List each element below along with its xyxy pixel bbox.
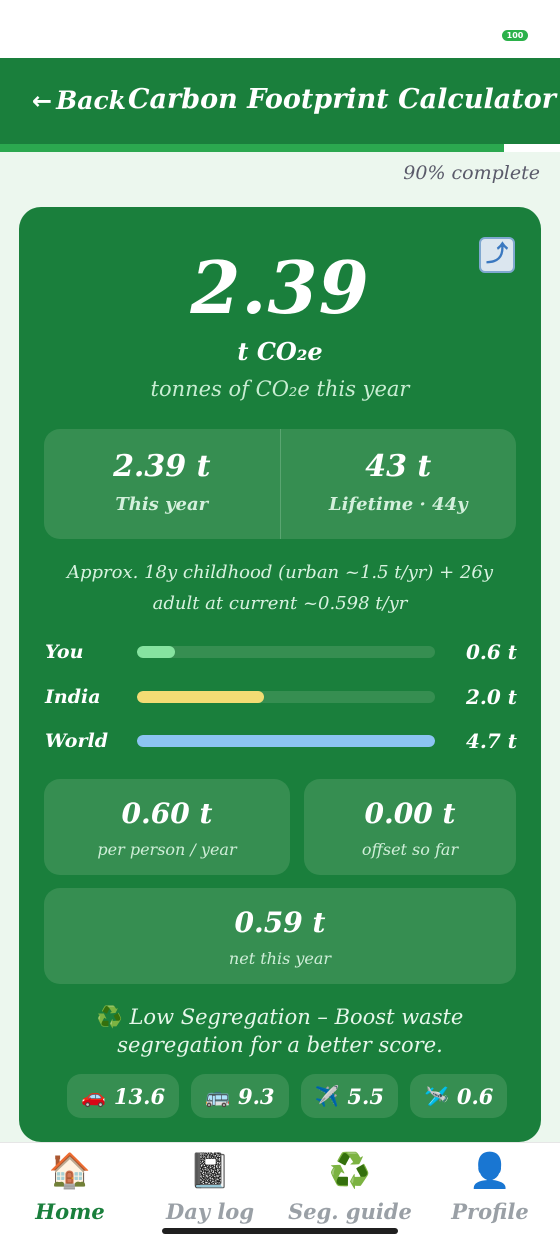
bus-icon: 🚌: [205, 1084, 230, 1108]
nav-label: Seg. guide: [288, 1199, 412, 1224]
stat-label: Lifetime · 44y: [328, 494, 468, 515]
battery-icon: 100: [502, 30, 528, 41]
per-person-label: per person / year: [97, 840, 237, 859]
per-person-card: 0.60 t per person / year: [44, 779, 290, 875]
nav-profile[interactable]: 👤 Profile: [420, 1149, 560, 1224]
net-label: net this year: [228, 949, 332, 968]
recycle-icon: ♻️: [328, 1151, 372, 1191]
category-chips: 🚗 13.6 🚌 9.3 ✈️ 5.5 🛩️ 0.6: [67, 1074, 508, 1118]
approximation-note: Approx. 18y childhood (urban ~1.5 t/yr) …: [66, 562, 493, 614]
footprint-unit: t CO₂e: [237, 337, 323, 366]
back-label: Back: [56, 86, 126, 115]
airplane-icon: ✈️: [314, 1084, 340, 1108]
page-title: Carbon Footprint Calculator: [128, 84, 556, 115]
total-footprint-value: 2.39: [190, 245, 370, 330]
comparison-label: You: [45, 641, 84, 663]
app-header: ← Back Carbon Footprint Calculator: [0, 58, 560, 144]
nav-day-log[interactable]: 📓 Day log: [140, 1149, 280, 1224]
net-value: 0.59 t: [234, 906, 326, 939]
arrow-left-icon: ←: [32, 86, 53, 115]
comparison-track: [137, 646, 435, 658]
stat-label: This year: [115, 494, 209, 515]
comparison-label: India: [45, 686, 101, 708]
comparison-fill: [137, 691, 264, 703]
person-icon: 👤: [468, 1151, 512, 1191]
nav-label: Day log: [166, 1199, 254, 1224]
comparison-row-india: India 2.0 t: [45, 682, 517, 712]
status-bar: 100: [0, 0, 560, 58]
offset-value: 0.00 t: [364, 797, 456, 830]
footprint-caption: tonnes of CO₂e this year: [150, 377, 410, 401]
stat-value: 2.39 t: [113, 449, 211, 484]
comparison-value: 0.6 t: [466, 640, 517, 664]
progress-bar: [0, 144, 560, 152]
comparison-track: [137, 691, 435, 703]
nav-home[interactable]: 🏠 Home: [0, 1149, 140, 1224]
chip-car: 🚗 13.6: [67, 1074, 180, 1118]
comparison-row-you: You 0.6 t: [45, 637, 517, 667]
house-icon: 🏠: [48, 1151, 92, 1191]
comparison-value: 4.7 t: [466, 729, 517, 753]
net-card: 0.59 t net this year: [44, 888, 516, 984]
comparison-track: [137, 735, 435, 747]
car-icon: 🚗: [81, 1084, 106, 1108]
segregation-tip: ♻️ Low Segregation – Boost waste segrega…: [49, 1003, 511, 1059]
notebook-icon: 📓: [188, 1151, 232, 1191]
results-card: ⤴ 2.39 t CO₂e tonnes of CO₂e this year 2…: [19, 207, 541, 1142]
comparison-value: 2.0 t: [466, 685, 517, 709]
stat-value: 43 t: [365, 449, 432, 484]
nav-label: Profile: [451, 1199, 529, 1224]
progress-bar-fill: [0, 144, 504, 152]
chip-bus: 🚌 9.3: [191, 1074, 289, 1118]
chip-flight: ✈️ 5.5: [300, 1074, 398, 1118]
chip-value: 9.3: [237, 1083, 275, 1109]
progress-text: 90% complete: [403, 162, 540, 184]
stat-this-year: 2.39 t This year: [44, 429, 280, 539]
nav-label: Home: [35, 1199, 105, 1224]
offset-card: 0.00 t offset so far: [304, 779, 516, 875]
stat-lifetime: 43 t Lifetime · 44y: [279, 429, 517, 539]
comparison-fill: [137, 735, 435, 747]
airplane-small-icon: 🛩️: [423, 1084, 449, 1108]
nav-seg-guide[interactable]: ♻️ Seg. guide: [280, 1149, 420, 1224]
comparison-row-world: World 4.7 t: [45, 726, 517, 756]
comparison-fill: [137, 646, 176, 658]
segregation-text: Low Segregation – Boost waste segregatio…: [117, 1005, 464, 1057]
chip-value: 0.6: [456, 1083, 494, 1109]
home-indicator: [162, 1228, 398, 1234]
per-person-value: 0.60 t: [121, 797, 213, 830]
stats-row: 2.39 t This year 43 t Lifetime · 44y: [44, 429, 516, 539]
chip-value: 13.6: [113, 1083, 166, 1109]
chip-value: 5.5: [347, 1083, 384, 1109]
back-button[interactable]: ← Back: [32, 86, 126, 115]
comparison-label: World: [45, 730, 108, 752]
recycle-icon: ♻️: [96, 1005, 123, 1029]
chip-small-flight: 🛩️ 0.6: [409, 1074, 508, 1118]
offset-label: offset so far: [361, 840, 459, 859]
